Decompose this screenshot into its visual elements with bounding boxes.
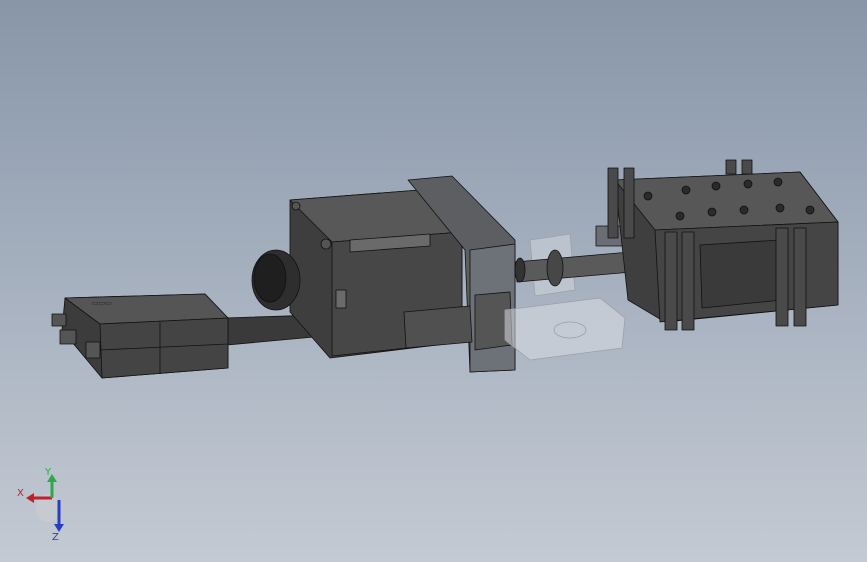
cad-viewport[interactable]: ▭▭▭ [0, 0, 867, 562]
transparent-base [504, 233, 626, 361]
connector-plug: ▭▭▭ [51, 293, 229, 379]
svg-text:▭▭▭: ▭▭▭ [92, 299, 112, 307]
x-axis-label: X [17, 488, 24, 499]
cad-assembly-model[interactable]: ▭▭▭ [51, 159, 839, 379]
y-axis-label: Y [44, 467, 52, 478]
motor-knob[interactable] [251, 249, 301, 311]
orientation-triad[interactable]: X Y Z [14, 466, 74, 542]
z-axis-label: Z [52, 532, 59, 542]
cable-bracket [403, 305, 473, 349]
